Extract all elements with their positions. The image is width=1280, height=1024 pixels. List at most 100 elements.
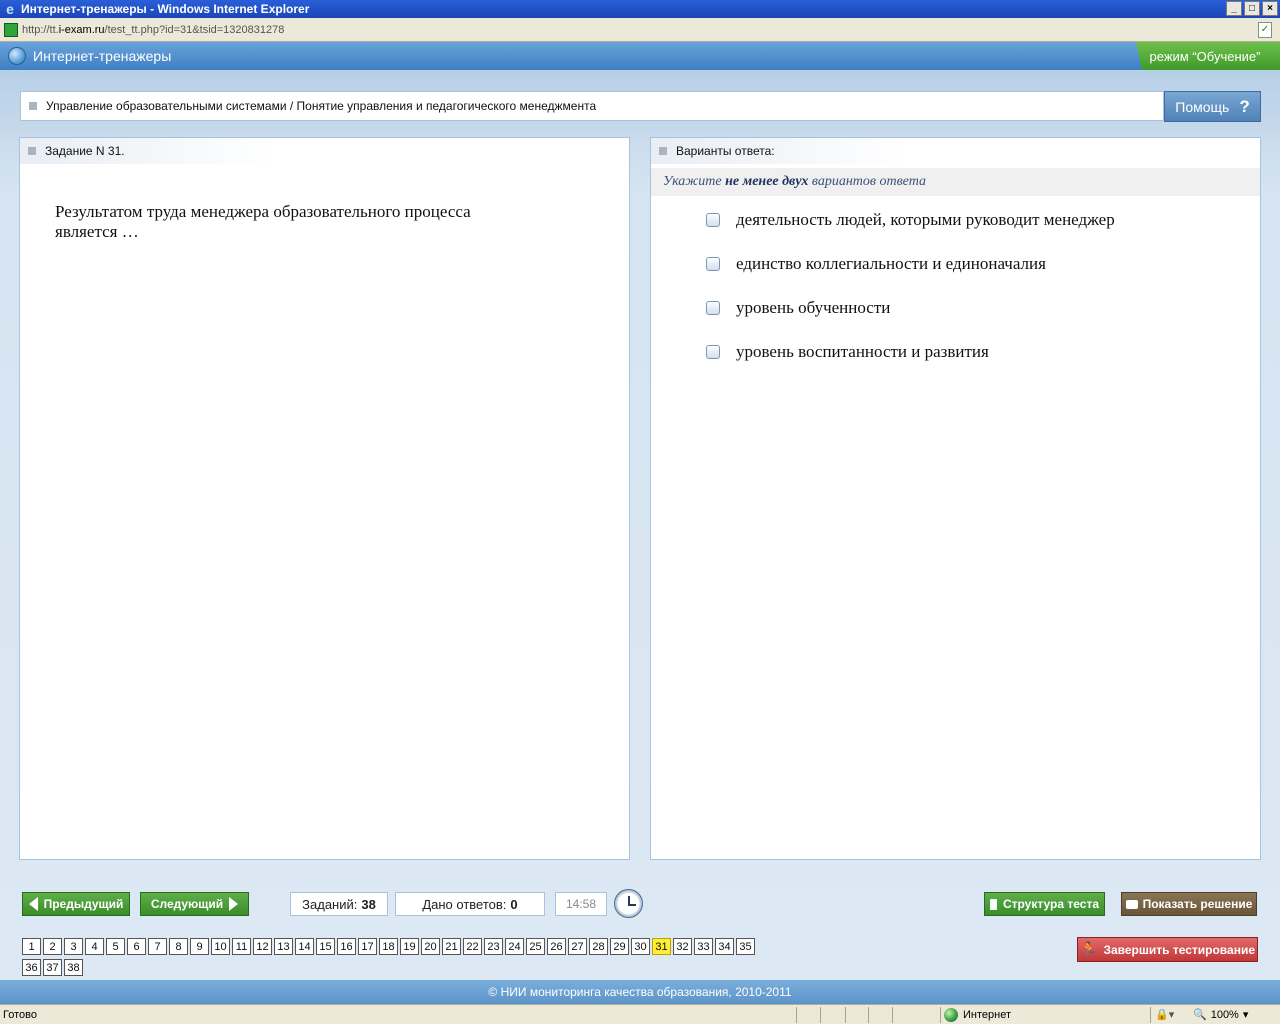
- page-number-button[interactable]: 16: [337, 938, 356, 955]
- page-number-button[interactable]: 29: [610, 938, 629, 955]
- close-icon[interactable]: ×: [1262, 1, 1278, 16]
- page-number-button[interactable]: 28: [589, 938, 608, 955]
- page-number-button[interactable]: 36: [22, 959, 41, 976]
- page-number-button[interactable]: 33: [694, 938, 713, 955]
- status-text: Готово: [3, 1008, 37, 1021]
- chevron-down-icon: ▾: [1242, 1009, 1249, 1021]
- page-number-button[interactable]: 31: [652, 938, 671, 955]
- show-solution-button[interactable]: Показать решение: [1121, 892, 1257, 916]
- page-number-button[interactable]: 7: [148, 938, 167, 955]
- page-number-button[interactable]: 19: [400, 938, 419, 955]
- help-button[interactable]: Помощь ?: [1164, 91, 1261, 122]
- document-icon: [989, 898, 997, 910]
- page-number-button[interactable]: 17: [358, 938, 377, 955]
- mode-badge: режим “Обучение”: [1136, 42, 1280, 70]
- page-number-button[interactable]: 8: [169, 938, 188, 955]
- internet-zone-icon: [944, 1008, 958, 1022]
- page-number-button[interactable]: 22: [463, 938, 482, 955]
- window-title: Интернет-тренажеры - Windows Internet Ex…: [21, 2, 310, 16]
- runner-icon: 🏃: [1080, 941, 1098, 957]
- security-zone: Интернет: [944, 1008, 1011, 1022]
- url-field[interactable]: http://tt.i-exam.ru/test_tt.php?id=31&ts…: [22, 24, 284, 36]
- answer-option[interactable]: деятельность людей, которыми руководит м…: [651, 198, 1260, 242]
- breadcrumb: Управление образовательными системами / …: [20, 91, 1164, 121]
- task-heading: Задание N 31.: [45, 144, 125, 158]
- clock-icon: [614, 889, 643, 918]
- site-favicon-icon: [4, 22, 18, 37]
- checkbox[interactable]: [706, 345, 720, 359]
- answers-count-box: Дано ответов: 0: [395, 892, 545, 916]
- page-number-button[interactable]: 34: [715, 938, 734, 955]
- page-number-button[interactable]: 37: [43, 959, 62, 976]
- bullet-icon: [29, 102, 37, 110]
- checkbox[interactable]: [706, 213, 720, 227]
- page-number-button[interactable]: 9: [190, 938, 209, 955]
- zoom-control[interactable]: 🔍 100% ▾: [1193, 1008, 1249, 1022]
- answer-options: деятельность людей, которыми руководит м…: [651, 198, 1260, 374]
- page-number-button[interactable]: 15: [316, 938, 335, 955]
- page-number-button[interactable]: 10: [211, 938, 230, 955]
- page-number-button[interactable]: 18: [379, 938, 398, 955]
- page-number-button[interactable]: 11: [232, 938, 251, 955]
- breadcrumb-text: Управление образовательными системами / …: [46, 99, 597, 113]
- timer: 14:58: [555, 892, 607, 916]
- page-number-button[interactable]: 4: [85, 938, 104, 955]
- page-number-button[interactable]: 1: [22, 938, 41, 955]
- checkbox[interactable]: [706, 257, 720, 271]
- bullet-icon: [28, 147, 36, 155]
- answers-panel: Варианты ответа: Укажите не менее двух в…: [650, 137, 1261, 860]
- previous-button[interactable]: Предыдущий: [22, 892, 130, 916]
- task-heading-bar: Задание N 31.: [20, 138, 416, 164]
- page-number-button[interactable]: 5: [106, 938, 125, 955]
- ie-logo-icon: e: [6, 1, 14, 17]
- page-number-button[interactable]: 2: [43, 938, 62, 955]
- answer-option[interactable]: единство коллегиальности и единоначалия: [651, 242, 1260, 286]
- page-number-button[interactable]: 26: [547, 938, 566, 955]
- page-number-button[interactable]: 12: [253, 938, 272, 955]
- answer-option-label[interactable]: уровень обученности: [736, 298, 890, 318]
- answer-option-label[interactable]: уровень воспитанности и развития: [736, 342, 989, 362]
- answer-option-label[interactable]: деятельность людей, которыми руководит м…: [736, 210, 1115, 230]
- page-number-button[interactable]: 24: [505, 938, 524, 955]
- answer-option[interactable]: уровень воспитанности и развития: [651, 330, 1260, 374]
- window-controls: _ □ ×: [1226, 1, 1278, 16]
- answers-heading-bar: Варианты ответа:: [651, 138, 1047, 164]
- page-number-button[interactable]: 13: [274, 938, 293, 955]
- status-bar: Готово Интернет 🔒▾ 🔍 100% ▾: [0, 1004, 1280, 1024]
- app-header: Интернет-тренажеры режим “Обучение”: [0, 42, 1280, 70]
- page-number-button[interactable]: 20: [421, 938, 440, 955]
- page-number-button[interactable]: 38: [64, 959, 83, 976]
- page-number-button[interactable]: 23: [484, 938, 503, 955]
- tasks-count-box: Заданий: 38: [290, 892, 388, 916]
- page-number-button[interactable]: 25: [526, 938, 545, 955]
- finish-test-button[interactable]: 🏃 Завершить тестирование: [1077, 937, 1258, 962]
- checkbox[interactable]: [706, 301, 720, 315]
- task-panel: Задание N 31. Результатом труда менеджер…: [19, 137, 630, 860]
- page-number-button[interactable]: 32: [673, 938, 692, 955]
- page-number-button[interactable]: 35: [736, 938, 755, 955]
- minimize-icon[interactable]: _: [1226, 1, 1242, 16]
- page-number-button[interactable]: 21: [442, 938, 461, 955]
- page-status-icon[interactable]: ✓: [1258, 22, 1272, 38]
- maximize-icon[interactable]: □: [1244, 1, 1260, 16]
- bullet-icon: [659, 147, 667, 155]
- page-number-button[interactable]: 14: [295, 938, 314, 955]
- help-label: Помощь: [1175, 98, 1230, 115]
- page-number-button[interactable]: 6: [127, 938, 146, 955]
- question-pager: 1 2 3 4 5 6 7 8 9 10 11 12 13 14 15 16 17 18 19 20 21 22 23 24 2…: [22, 938, 762, 980]
- answer-option[interactable]: уровень обученности: [651, 286, 1260, 330]
- page-number-button[interactable]: 30: [631, 938, 650, 955]
- protected-mode-icon[interactable]: 🔒▾: [1155, 1008, 1174, 1021]
- window-titlebar: e Интернет-тренажеры - Windows Internet …: [0, 0, 1280, 18]
- arrow-left-icon: [28, 897, 38, 911]
- test-structure-button[interactable]: Структура теста: [984, 892, 1105, 916]
- page-number-button[interactable]: 27: [568, 938, 587, 955]
- question-text: Результатом труда менеджера образователь…: [55, 202, 471, 241]
- page-number-button[interactable]: 3: [64, 938, 83, 955]
- answer-option-label[interactable]: единство коллегиальности и единоначалия: [736, 254, 1046, 274]
- address-bar: http://tt.i-exam.ru/test_tt.php?id=31&ts…: [0, 18, 1280, 42]
- answers-heading: Варианты ответа:: [676, 144, 775, 158]
- answer-hint: Укажите не менее двух вариантов ответа: [651, 168, 1260, 196]
- next-button[interactable]: Следующий: [140, 892, 249, 916]
- zoom-icon: 🔍: [1193, 1009, 1207, 1021]
